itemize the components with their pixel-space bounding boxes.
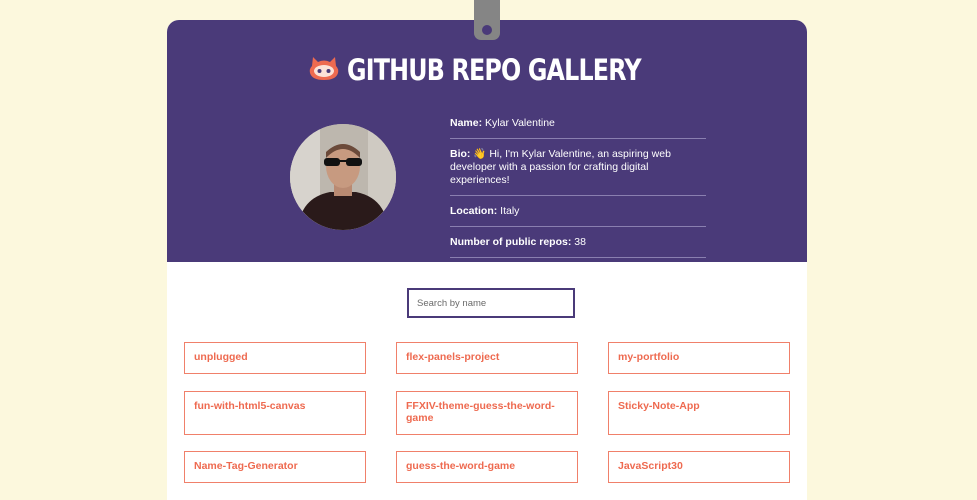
repo-card[interactable]: Sticky-Note-App — [608, 391, 790, 435]
location-label: Location: — [450, 205, 498, 217]
profile-name-row: Name: Kylar Valentine — [450, 108, 706, 139]
profile-info: Name: Kylar Valentine Bio: 👋 Hi, I'm Kyl… — [450, 108, 706, 258]
repo-card[interactable]: fun-with-html5-canvas — [184, 391, 366, 435]
repo-card[interactable]: JavaScript30 — [608, 451, 790, 483]
repo-card[interactable]: unplugged — [184, 342, 366, 374]
profile-location-row: Location: Italy — [450, 196, 706, 227]
gallery-card: GITHUB REPO GALLERY Name: Kylar Valentin… — [167, 20, 807, 500]
user-avatar — [290, 124, 396, 230]
clip-hole — [482, 25, 492, 35]
clip-decoration — [474, 0, 500, 40]
repo-card[interactable]: Name-Tag-Generator — [184, 451, 366, 483]
profile-location: Italy — [500, 205, 520, 217]
page-title: GITHUB REPO GALLERY — [346, 53, 642, 87]
name-label: Name: — [450, 117, 483, 129]
repos-count-label: Number of public repos: — [450, 236, 572, 248]
repo-card[interactable]: guess-the-word-game — [396, 451, 578, 483]
repo-card[interactable]: flex-panels-project — [396, 342, 578, 374]
profile-header: GITHUB REPO GALLERY Name: Kylar Valentin… — [167, 20, 807, 262]
octocat-icon — [309, 55, 339, 86]
wave-icon: 👋 — [473, 148, 487, 160]
title-row: GITHUB REPO GALLERY — [167, 50, 807, 90]
profile-repos-row: Number of public repos: 38 — [450, 227, 706, 258]
profile-bio-row: Bio: 👋 Hi, I'm Kylar Valentine, an aspir… — [450, 139, 706, 196]
profile-name: Kylar Valentine — [485, 117, 555, 129]
bio-label: Bio: — [450, 148, 471, 160]
repos-count: 38 — [574, 236, 586, 248]
repo-card[interactable]: FFXIV-theme-guess-the-word-game — [396, 391, 578, 435]
repo-card[interactable]: my-portfolio — [608, 342, 790, 374]
search-input[interactable] — [407, 288, 575, 318]
